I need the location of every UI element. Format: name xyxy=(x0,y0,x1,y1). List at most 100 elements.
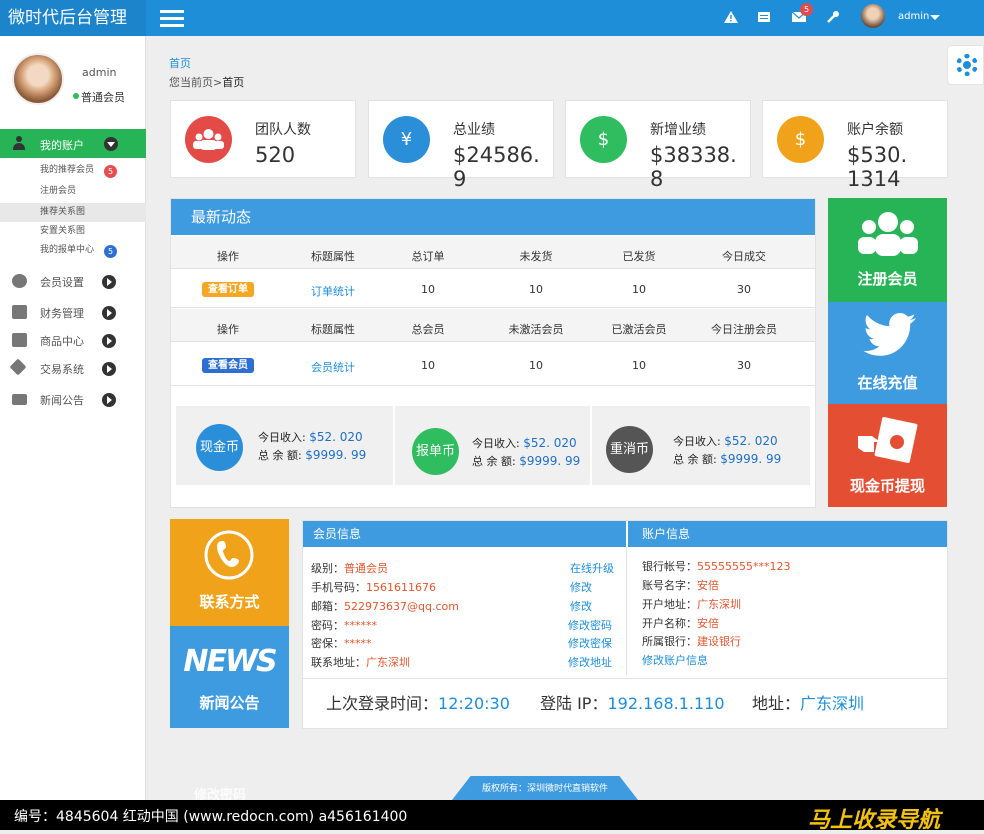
field-value: 522973637@qq.com xyxy=(344,600,459,613)
settings-panel-button[interactable] xyxy=(947,45,984,85)
income-value: $52. 020 xyxy=(309,430,363,444)
field-value: 广东深圳 xyxy=(697,598,741,611)
submenu-my-referrals[interactable]: 我的推荐会员 5 xyxy=(0,161,146,180)
money-bag-icon: $ xyxy=(777,116,824,163)
twitter-icon xyxy=(863,313,916,356)
contact-tile[interactable]: 联系方式 xyxy=(170,519,289,626)
cell-value: 10 xyxy=(632,283,646,296)
sidebar-item-my-account[interactable]: 我的账户 xyxy=(0,129,146,158)
submenu-register-member[interactable]: 注册会员 xyxy=(0,182,146,201)
chevron-right-icon[interactable] xyxy=(102,362,116,376)
field-label: 密保： xyxy=(311,637,344,650)
register-member-tile[interactable]: 注册会员 xyxy=(828,198,947,302)
view-orders-button[interactable]: 查看订单 xyxy=(202,282,254,297)
coin-income: 今日收入: $52. 020 xyxy=(673,433,778,449)
team-icon xyxy=(185,116,232,163)
chevron-right-icon[interactable] xyxy=(102,306,116,320)
order-coin-icon: 报单币 xyxy=(412,428,459,475)
sidebar-item-label: 财务管理 xyxy=(40,307,84,320)
upgrade-link[interactable]: 在线升级 xyxy=(570,560,614,576)
coin-income: 今日收入: $52. 020 xyxy=(258,429,363,445)
sidebar-username: admin xyxy=(82,66,117,79)
recharge-tile[interactable]: 在线充值 xyxy=(828,302,947,404)
field-value: 广东深圳 xyxy=(800,694,865,713)
divider xyxy=(626,547,627,675)
edit-address-link[interactable]: 修改地址 xyxy=(568,654,612,670)
member-password: 密码：****** xyxy=(311,617,377,633)
edit-account-link[interactable]: 修改账户信息 xyxy=(642,652,708,668)
breadcrumb: 您当前页>首页 xyxy=(169,74,244,90)
stat-title: 团队人数 xyxy=(255,122,311,138)
chevron-right-icon[interactable] xyxy=(102,334,116,348)
field-label: 上次登录时间： xyxy=(326,694,439,713)
stat-title: 账户余额 xyxy=(847,122,903,138)
warning-icon[interactable] xyxy=(724,11,738,23)
chevron-down-icon[interactable] xyxy=(930,15,940,20)
tile-label: 新闻公告 xyxy=(199,694,260,712)
column-header: 未发货 xyxy=(519,250,553,263)
submenu-label: 注册会员 xyxy=(40,186,77,196)
edit-phone-link[interactable]: 修改 xyxy=(570,579,592,595)
member-stats-link[interactable]: 会员统计 xyxy=(278,359,388,375)
stat-title: 总业绩 xyxy=(453,122,495,138)
sidebar-item-label: 交易系统 xyxy=(40,363,84,376)
user-icon xyxy=(13,136,25,150)
total-label: 总 余 额: xyxy=(673,453,717,466)
edit-email-link[interactable]: 修改 xyxy=(570,598,592,614)
tasks-icon[interactable] xyxy=(757,11,771,23)
chevron-right-icon[interactable] xyxy=(102,393,116,407)
sidebar-item-trading[interactable]: 交易系统 xyxy=(0,356,146,380)
breadcrumb-current: 首页 xyxy=(222,76,245,89)
tile-label: 在线充值 xyxy=(857,374,918,392)
field-value: 55555555***123 xyxy=(697,560,791,573)
field-label: 所属银行： xyxy=(642,635,697,648)
chevron-down-icon[interactable] xyxy=(104,137,118,151)
sidebar-item-news[interactable]: 新闻公告 xyxy=(0,387,146,411)
column-header: 总订单 xyxy=(411,250,445,263)
cell-value: 10 xyxy=(421,283,435,296)
field-label: 邮箱： xyxy=(311,600,344,613)
breadcrumb-prefix: 您当前页> xyxy=(169,76,223,89)
submenu-order-center[interactable]: 我的报单中心 5 xyxy=(0,241,146,260)
wrench-icon[interactable] xyxy=(826,11,840,23)
cell-value: 10 xyxy=(529,359,543,372)
total-value: $9999. 99 xyxy=(519,454,581,468)
view-members-button[interactable]: 查看会员 xyxy=(202,358,254,373)
sidebar-item-member-settings[interactable]: 会员设置 xyxy=(0,269,146,293)
news-tile[interactable]: NEWS 新闻公告 xyxy=(170,626,289,728)
bank-account: 银行帐号：55555555***123 xyxy=(642,558,790,574)
submenu-placement-graph[interactable]: 安置关系图 xyxy=(0,222,146,241)
users-icon xyxy=(858,212,918,256)
coin-total: 总 余 额: $9999. 99 xyxy=(258,447,366,463)
top-bar: 微时代后台管理 5 admin xyxy=(0,0,984,36)
field-label: 登陆 IP： xyxy=(540,694,608,713)
sidebar-item-products[interactable]: 商品中心 xyxy=(0,328,146,352)
divider xyxy=(590,406,592,485)
account-name: 账号名字：安倍 xyxy=(642,577,719,593)
field-label: 地址： xyxy=(752,694,801,713)
top-avatar[interactable] xyxy=(861,4,885,28)
top-username[interactable]: admin xyxy=(898,11,929,22)
login-address: 地址：广东深圳 xyxy=(752,690,864,714)
table-row: 查看会员 会员统计 10 10 10 30 xyxy=(171,343,815,386)
holder-name: 开户名称：安倍 xyxy=(642,615,719,631)
divider xyxy=(393,406,395,485)
field-label: 开户地址： xyxy=(642,598,697,611)
sidebar-item-label: 我的账户 xyxy=(40,139,84,152)
watermark-text: 编号：4845604 红动中国 (www.redocn.com) a456161… xyxy=(14,809,408,825)
login-ip: 登陆 IP：192.168.1.110 xyxy=(540,690,725,714)
menu-toggle-icon[interactable] xyxy=(160,10,184,27)
submenu-referral-graph[interactable]: 推荐关系图 xyxy=(0,203,146,222)
sidebar-item-finance[interactable]: 财务管理 xyxy=(0,300,146,324)
chevron-right-icon[interactable] xyxy=(102,275,116,289)
member-address: 联系地址：广东深圳 xyxy=(311,654,410,670)
breadcrumb-home[interactable]: 首页 xyxy=(169,55,191,71)
consume-coin-icon: 重消币 xyxy=(606,426,653,473)
edit-security-link[interactable]: 修改密保 xyxy=(568,635,612,651)
column-header: 操作 xyxy=(217,250,239,263)
edit-password-link[interactable]: 修改密码 xyxy=(568,617,612,633)
account-info-title: 账户信息 xyxy=(628,521,947,547)
order-stats-link[interactable]: 订单统计 xyxy=(278,283,388,299)
total-value: $9999. 99 xyxy=(305,448,367,462)
withdraw-tile[interactable]: 现金币提现 xyxy=(828,404,947,507)
